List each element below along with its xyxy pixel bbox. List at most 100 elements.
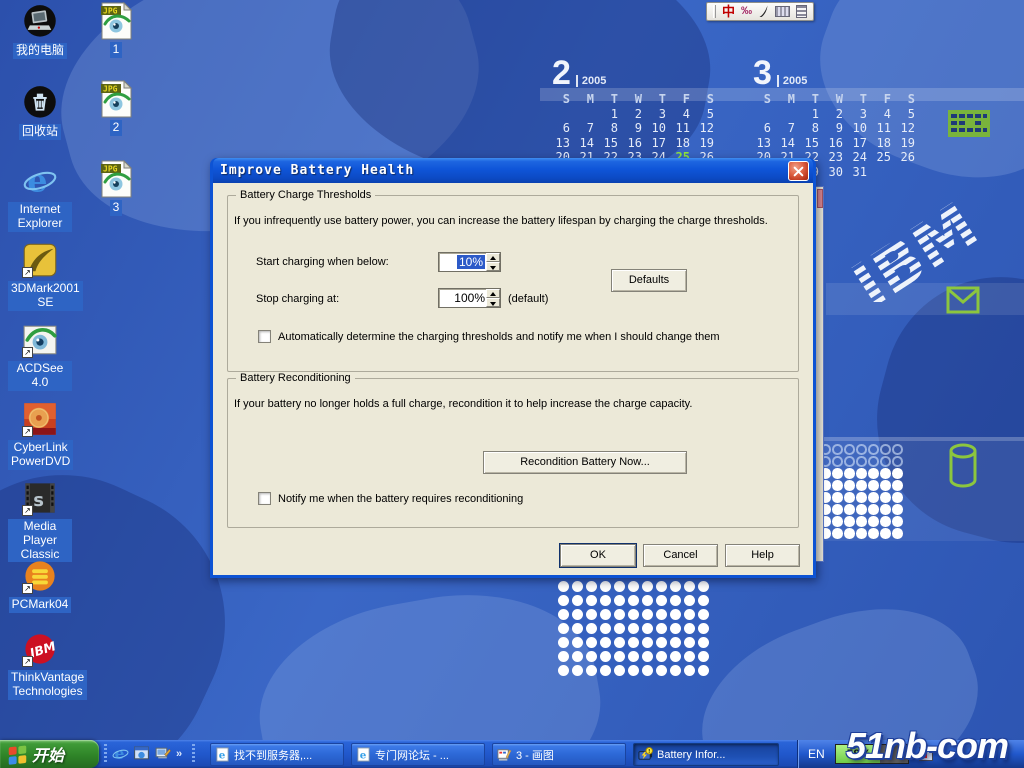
calendar-day [777, 107, 801, 122]
cancel-button[interactable]: Cancel [643, 544, 718, 567]
dot [572, 595, 583, 606]
desktop-icon-pcmark04[interactable]: ↗PCMark04 [8, 557, 72, 613]
spin-up-button[interactable] [486, 289, 500, 298]
calendar-day [576, 107, 600, 122]
ime-menu-icon[interactable] [796, 5, 807, 18]
calendar-day-header: W [624, 92, 648, 107]
group-title: Battery Charge Thresholds [236, 189, 375, 201]
battery-icon: ! [638, 747, 653, 762]
dot [832, 444, 843, 455]
taskbar-button-label: Battery Infor... [657, 749, 725, 761]
dot [558, 595, 569, 606]
dot [892, 516, 903, 527]
group-title: Battery Reconditioning [236, 372, 355, 384]
dot [684, 665, 695, 676]
dot [586, 665, 597, 676]
calendar-year: 2005 [576, 75, 606, 87]
start-charging-value[interactable]: 10% [457, 255, 485, 269]
spin-up-button[interactable] [486, 253, 500, 262]
calendar-day: 16 [825, 136, 849, 151]
dot [844, 444, 855, 455]
recycle-bin-icon [22, 84, 58, 122]
spin-down-button[interactable] [486, 262, 500, 271]
taskbar-button-4[interactable]: ! Battery Infor... [633, 743, 779, 766]
ok-button[interactable]: OK [560, 544, 636, 567]
ime-grip-handle[interactable] [713, 5, 716, 18]
paint-icon [497, 747, 512, 762]
dot [868, 456, 879, 467]
dot [832, 492, 843, 503]
stop-charging-spinbox[interactable]: 100% [438, 288, 501, 308]
desktop: IBM 22005SMTWTFS123456789101112131415161… [0, 0, 1024, 768]
svg-text:!: ! [648, 749, 650, 755]
svg-text:JPG: JPG [103, 165, 118, 174]
stop-charging-value[interactable]: 100% [454, 291, 485, 305]
svg-text:IBM: IBM [840, 188, 990, 302]
calendar-day: 17 [648, 136, 672, 151]
desktop-icon-3dmark2001[interactable]: ↗3DMark2001 SE [8, 241, 72, 311]
dot [600, 623, 611, 634]
dot [586, 581, 597, 592]
desktop-icon-jpg-1[interactable]: JPG1 [88, 2, 144, 58]
calendar-day-header: S [753, 92, 777, 107]
desktop-icon-label: 3 [110, 200, 123, 216]
dot [558, 651, 569, 662]
dot [832, 468, 843, 479]
dialog-titlebar[interactable]: Improve Battery Health [213, 158, 813, 183]
desktop-icon-label: ACDSee 4.0 [8, 361, 72, 391]
calendar-day [753, 107, 777, 122]
taskbar-button-3[interactable]: 3 - 画图 [492, 743, 626, 766]
dot [600, 651, 611, 662]
calendar-day: 12 [897, 121, 921, 136]
dot [642, 651, 653, 662]
dot [642, 665, 653, 676]
start-charging-spinbox[interactable]: 10% [438, 252, 501, 272]
dot [844, 480, 855, 491]
shortcut-arrow-icon: ↗ [22, 267, 33, 278]
help-button[interactable]: Help [725, 544, 800, 567]
dot [880, 468, 891, 479]
desktop-icon-internet-explorer[interactable]: eInternet Explorer [8, 162, 72, 232]
auto-determine-checkbox[interactable] [258, 330, 271, 343]
desktop-icon-thinkvantage[interactable]: IBM↗ThinkVantage Technologies [8, 630, 72, 700]
ime-language-bar[interactable]: 中 ‰ [706, 2, 814, 21]
desktop-icon-powerdvd[interactable]: ↗CyberLink PowerDVD [8, 400, 72, 470]
desktop-icon-mpc[interactable]: s↗Media Player Classic [8, 479, 72, 563]
calendar-day: 4 [873, 107, 897, 122]
dot [642, 581, 653, 592]
close-icon[interactable] [788, 161, 809, 181]
recondition-battery-button[interactable]: Recondition Battery Now... [483, 451, 687, 474]
desktop-icon-jpg-2[interactable]: JPG2 [88, 80, 144, 136]
calendar-day: 6 [753, 121, 777, 136]
dot [880, 492, 891, 503]
ime-brush-icon[interactable] [758, 5, 769, 18]
dot [558, 665, 569, 676]
jpg-file-icon: JPG [98, 80, 134, 118]
dot [642, 609, 653, 620]
defaults-button[interactable]: Defaults [611, 269, 687, 292]
desktop-icon-acdsee[interactable]: ↗ACDSee 4.0 [8, 321, 72, 391]
notify-reconditioning-checkbox[interactable] [258, 492, 271, 505]
charge-thresholds-description: If you infrequently use battery power, y… [234, 215, 768, 227]
dot [600, 637, 611, 648]
calendar-day: 10 [648, 121, 672, 136]
spin-down-button[interactable] [486, 298, 500, 307]
dot [628, 665, 639, 676]
dot [614, 595, 625, 606]
ime-chinese-mode[interactable]: 中 [722, 5, 735, 18]
ime-keyboard-icon[interactable] [775, 6, 790, 17]
calendar-month: 3 [753, 56, 772, 90]
dot [656, 665, 667, 676]
calendar-day: 25 [873, 150, 897, 165]
language-indicator[interactable]: EN [808, 747, 825, 761]
taskbar-button-1[interactable]: e找不到服务器,... [210, 743, 344, 766]
ime-fullwidth-icon[interactable]: ‰ [741, 6, 752, 17]
calendar-day: 13 [753, 136, 777, 151]
desktop-icon-recycle-bin[interactable]: 回收站 [8, 84, 72, 140]
dot [670, 623, 681, 634]
desktop-icon-jpg-3[interactable]: JPG 3 [88, 160, 144, 216]
desktop-icon-label: Media Player Classic [8, 519, 72, 562]
taskbar-button-2[interactable]: e专门网论坛 - ... [351, 743, 485, 766]
dot [656, 581, 667, 592]
desktop-icon-my-computer[interactable]: 我的电脑 [8, 3, 72, 59]
